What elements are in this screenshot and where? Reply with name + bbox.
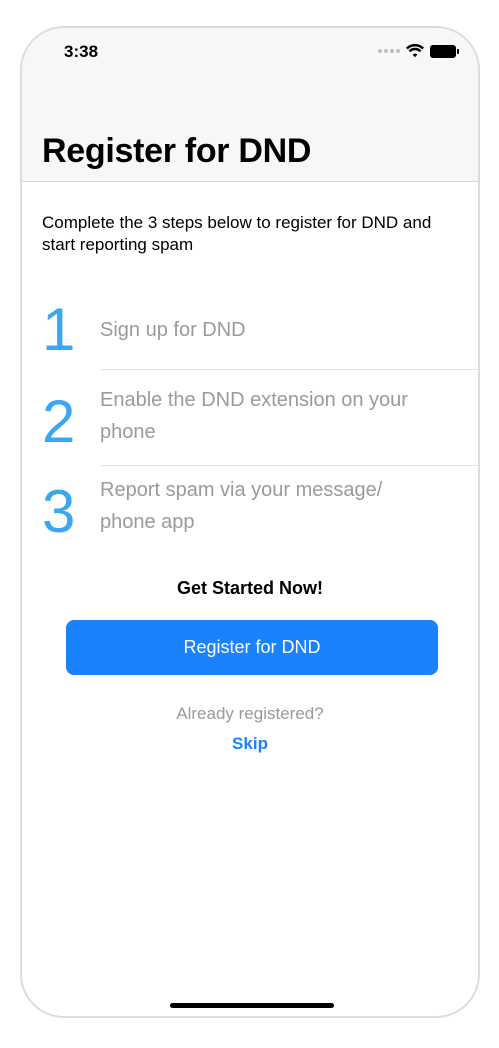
status-icons: [378, 42, 459, 60]
phone-screen: 3:38 Register for DND Complete the 3 ste…: [20, 26, 480, 1018]
skip-link[interactable]: Skip: [22, 734, 478, 754]
wifi-icon: [406, 44, 424, 58]
step-item: 2 Enable the DND extension on your phone: [22, 370, 478, 466]
already-registered-text: Already registered?: [176, 704, 324, 723]
step-text: Sign up for DND: [100, 319, 246, 341]
navigation-header: 3:38 Register for DND: [22, 28, 478, 182]
register-button[interactable]: Register for DND: [66, 620, 438, 675]
signal-dots-icon: [378, 49, 400, 53]
battery-icon: [430, 44, 459, 58]
step-item: 3 Report spam via your message/ phone ap…: [22, 466, 478, 556]
intro-text: Complete the 3 steps below to register f…: [42, 213, 432, 254]
step-number: 1: [42, 296, 76, 363]
step-number: 3: [42, 478, 76, 545]
home-indicator[interactable]: [170, 1003, 334, 1008]
get-started-heading: Get Started Now!: [176, 578, 323, 598]
page-title: Register for DND: [42, 132, 312, 170]
step-number: 2: [42, 388, 76, 455]
status-time: 3:38: [64, 42, 99, 61]
step-text: Report spam via your message/ phone app: [100, 479, 383, 533]
step-item: 1 Sign up for DND: [22, 292, 478, 370]
step-text: Enable the DND extension on your phone: [100, 389, 408, 443]
